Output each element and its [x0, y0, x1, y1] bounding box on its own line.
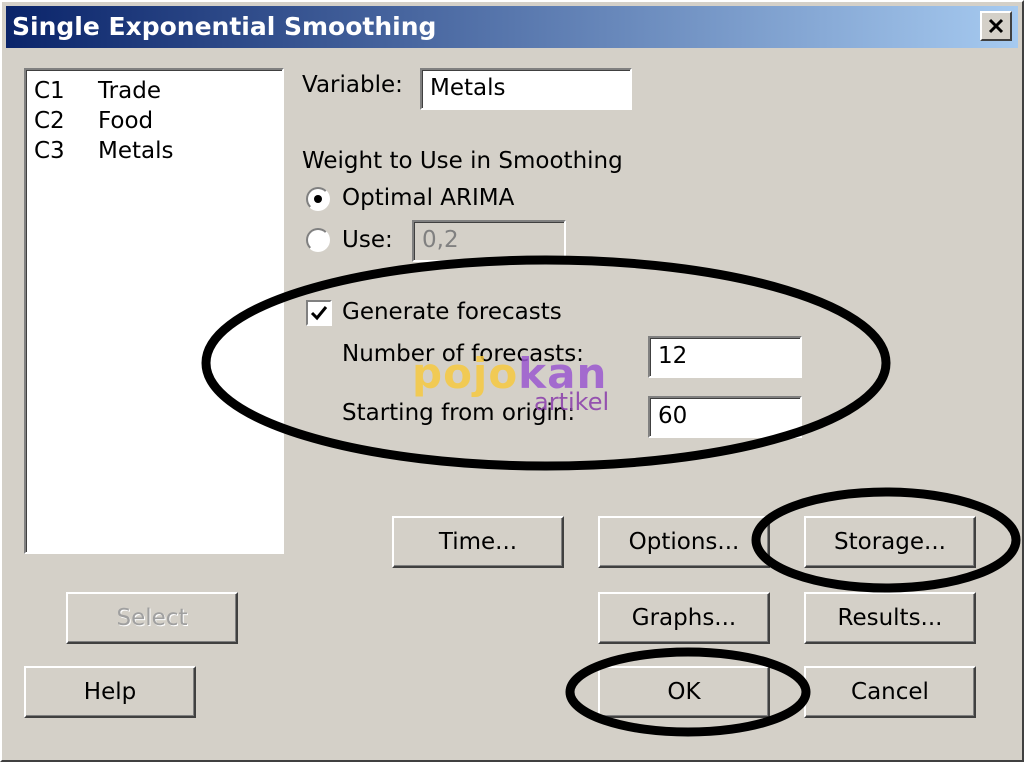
generate-forecasts-checkbox[interactable] [306, 300, 332, 326]
watermark-subtext: artikel [534, 388, 610, 416]
window-title: Single Exponential Smoothing [12, 12, 437, 41]
weight-heading: Weight to Use in Smoothing [302, 148, 623, 174]
list-item[interactable]: C2 Food [26, 106, 282, 136]
column-name: Food [98, 108, 154, 134]
time-button[interactable]: Time... [392, 516, 564, 568]
title-bar[interactable]: Single Exponential Smoothing [6, 6, 1018, 48]
graphs-button[interactable]: Graphs... [598, 592, 770, 644]
generate-forecasts-label: Generate forecasts [342, 299, 562, 325]
radio-use[interactable] [306, 228, 330, 252]
list-item[interactable]: C1 Trade [26, 76, 282, 106]
column-name: Trade [98, 78, 161, 104]
results-button[interactable]: Results... [804, 592, 976, 644]
number-of-forecasts-input[interactable]: 12 [648, 336, 802, 378]
starting-origin-input[interactable]: 60 [648, 396, 802, 438]
column-name: Metals [98, 138, 174, 164]
storage-button[interactable]: Storage... [804, 516, 976, 568]
help-button[interactable]: Help [24, 666, 196, 718]
select-button[interactable]: Select [66, 592, 238, 644]
column-id: C3 [34, 138, 65, 164]
watermark-logo: pojokan artikel [412, 350, 612, 420]
close-icon [988, 18, 1004, 34]
variables-listbox[interactable]: C1 Trade C2 Food C3 Metals [24, 68, 284, 554]
watermark-text-a: pojo [412, 349, 519, 398]
column-id: C2 [34, 108, 65, 134]
list-item[interactable]: C3 Metals [26, 136, 282, 166]
variable-label: Variable: [302, 72, 403, 98]
cancel-button[interactable]: Cancel [804, 666, 976, 718]
use-weight-input[interactable]: 0,2 [412, 220, 566, 262]
options-button[interactable]: Options... [598, 516, 770, 568]
radio-optimal-arima[interactable] [306, 187, 330, 211]
close-button[interactable] [980, 11, 1012, 41]
column-id: C1 [34, 78, 65, 104]
optimal-arima-label: Optimal ARIMA [342, 185, 515, 211]
use-label: Use: [342, 227, 393, 253]
variable-input[interactable]: Metals [420, 68, 632, 110]
radio-selected-dot [314, 195, 322, 203]
checkmark-icon [310, 306, 328, 321]
ok-button[interactable]: OK [598, 666, 770, 718]
